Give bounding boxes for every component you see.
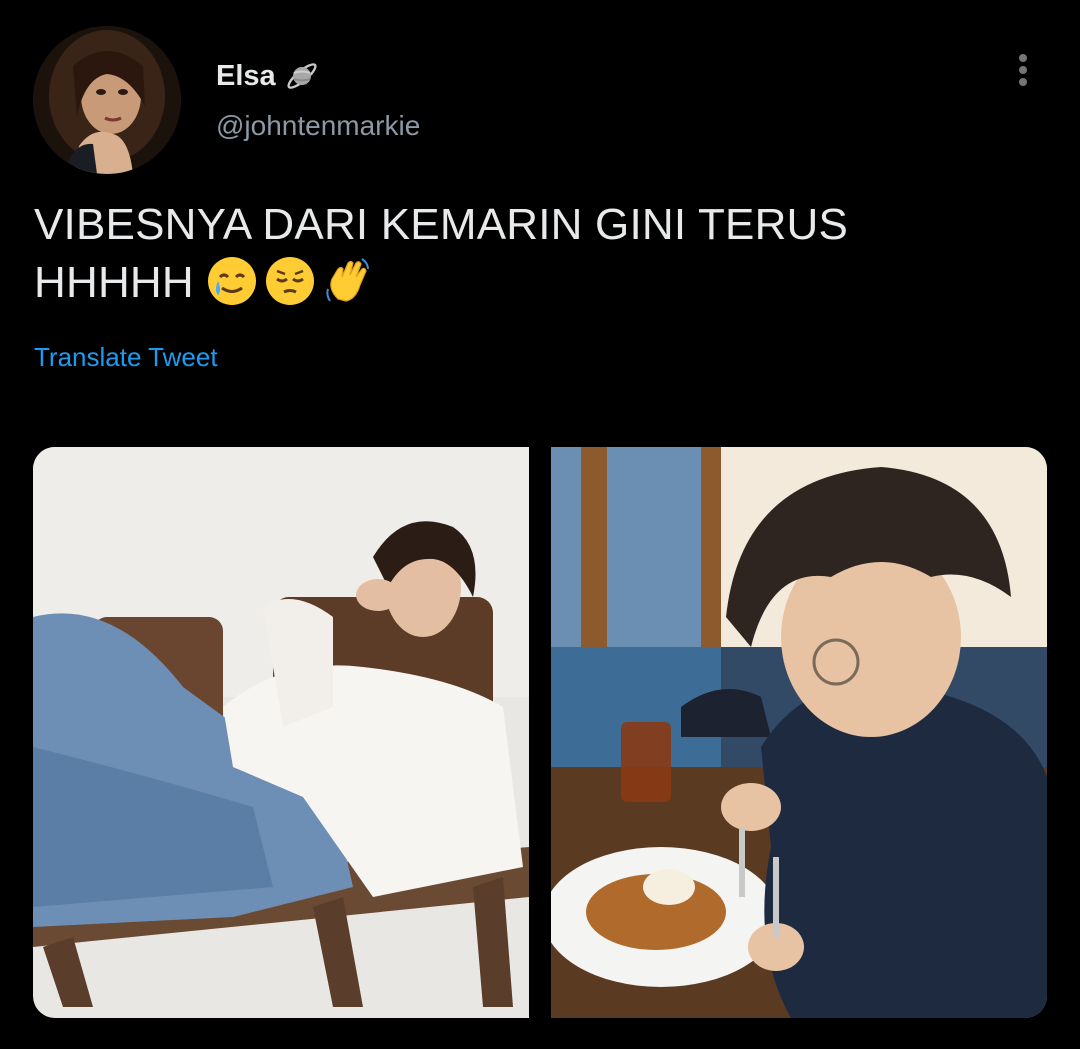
more-options-icon[interactable] xyxy=(1008,50,1038,90)
photo-man-eating-french-toast[interactable] xyxy=(551,447,1047,1018)
tweet-text-line-2-words: HHHHH xyxy=(34,258,194,307)
display-name[interactable]: Elsa xyxy=(216,60,276,93)
author-name-row[interactable]: Elsa xyxy=(216,58,320,94)
tweet-media xyxy=(33,447,1047,1018)
planet-icon xyxy=(284,58,320,94)
smiling-face-with-tear-icon xyxy=(206,255,258,307)
tweet-text-line-1: VIBESNYA DARI KEMARIN GINI TERUS xyxy=(34,200,849,249)
photo-man-lounging-on-bench[interactable] xyxy=(33,447,529,1018)
tweet-text: VIBESNYA DARI KEMARIN GINI TERUS HHHHH xyxy=(34,196,994,312)
avatar-image xyxy=(33,26,181,174)
user-handle[interactable]: @johntenmarkie xyxy=(216,110,420,142)
translate-tweet-link[interactable]: Translate Tweet xyxy=(34,342,218,373)
pensive-face-icon xyxy=(264,255,316,307)
avatar[interactable] xyxy=(33,26,181,174)
tweet-text-line-2: HHHHH xyxy=(34,254,994,312)
waving-hand-icon xyxy=(322,255,374,307)
